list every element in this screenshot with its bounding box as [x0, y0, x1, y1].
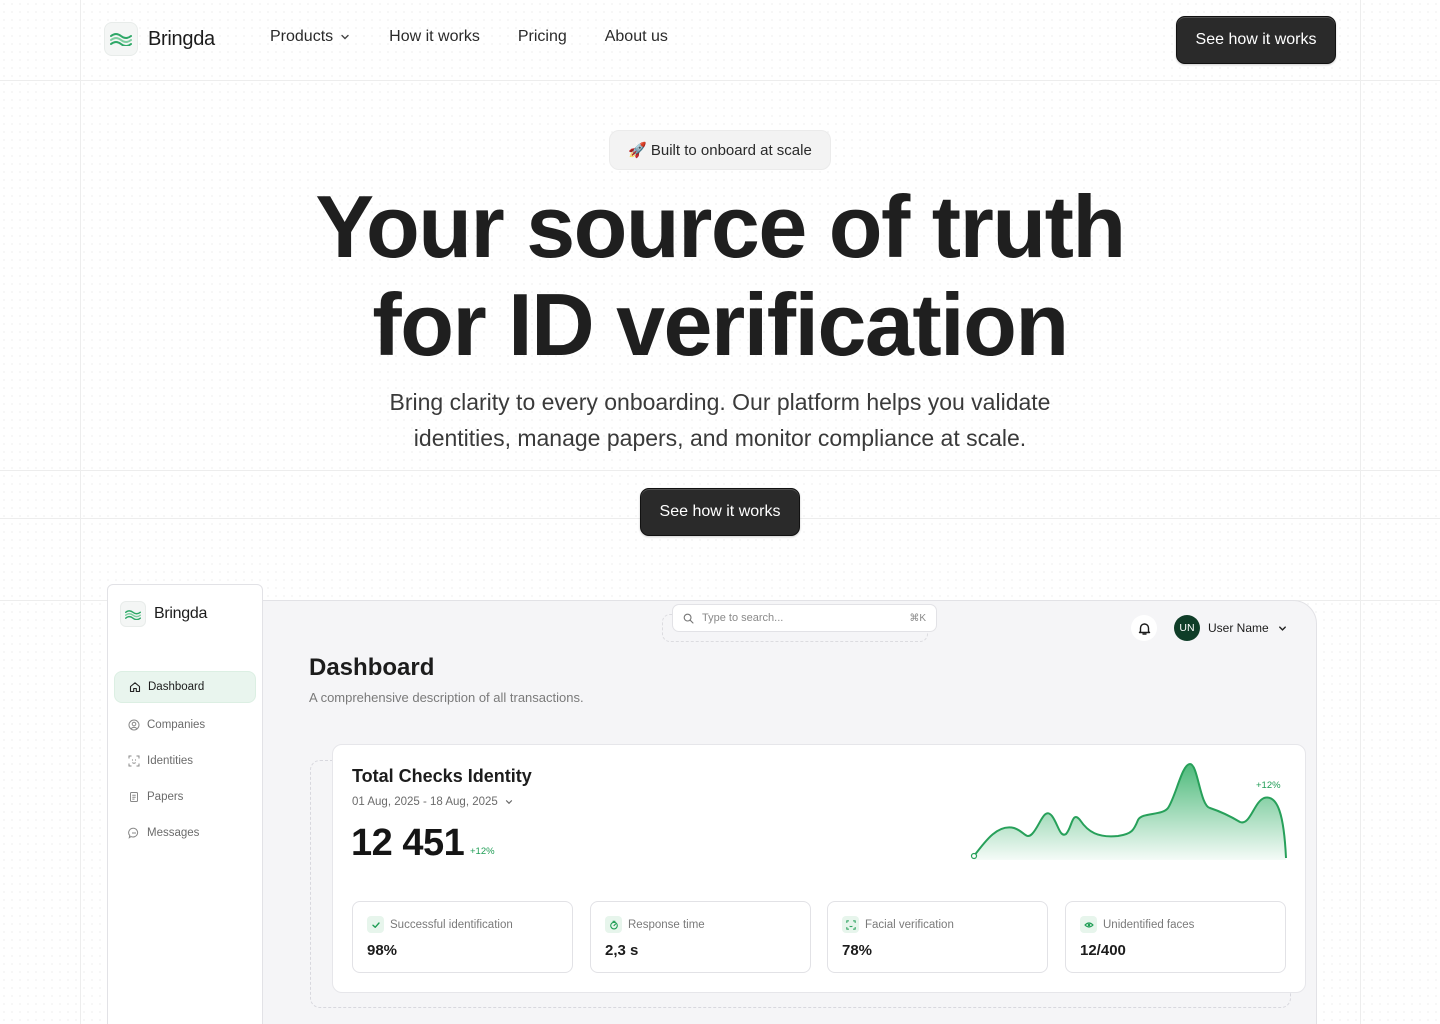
chevron-down-icon: [1278, 625, 1286, 631]
nav-link-pricing[interactable]: Pricing: [518, 28, 567, 46]
stat-label: Response time: [628, 918, 705, 931]
sidebar-item-label: Messages: [147, 827, 200, 839]
sidebar-item-papers[interactable]: Papers: [114, 781, 256, 813]
search-placeholder: Type to search...: [702, 612, 784, 624]
avatar: UN: [1174, 615, 1200, 641]
hero-subtitle: Bring clarity to every onboarding. Our p…: [320, 384, 1120, 456]
waves-icon: [104, 22, 138, 56]
grid-line: [0, 470, 1440, 471]
eye-icon: [1080, 916, 1097, 933]
nav-cta-button[interactable]: See how it works: [1176, 16, 1336, 64]
stat-label: Successful identification: [390, 918, 513, 931]
top-navigation: Bringda Products How it works Pricing Ab…: [0, 0, 1440, 80]
checks-trend-chart: [970, 762, 1287, 860]
stat-header: Successful identification: [367, 916, 513, 933]
chat-icon: [128, 827, 139, 839]
hero-badge: 🚀 Built to onboard at scale: [609, 130, 831, 170]
brand-logo[interactable]: Bringda: [104, 22, 215, 56]
nav-link-label: Products: [270, 28, 334, 45]
stat-value: 78%: [842, 942, 873, 959]
search-input[interactable]: Type to search... ⌘K: [672, 604, 937, 632]
stat-card-unidentified-faces: Unidentified faces 12/400: [1065, 901, 1286, 973]
grid-line: [0, 80, 1440, 81]
total-checks-change: +12%: [470, 846, 495, 857]
nav-link-products[interactable]: Products: [270, 28, 351, 46]
chevron-down-icon: [505, 800, 512, 805]
user-menu[interactable]: UN User Name: [1174, 615, 1288, 641]
page-description: A comprehensive description of all trans…: [309, 690, 584, 705]
search-shortcut: ⌘K: [909, 612, 926, 624]
sidebar-item-label: Papers: [147, 791, 184, 803]
hero-cta-button[interactable]: See how it works: [640, 488, 800, 536]
page-title: Dashboard: [309, 654, 435, 681]
stat-label: Unidentified faces: [1103, 918, 1195, 931]
hero-title: Your source of truth for ID verification: [0, 178, 1440, 374]
sidebar-item-label: Identities: [147, 755, 194, 767]
stat-card-response-time: Response time 2,3 s: [590, 901, 811, 973]
brand-name: Bringda: [148, 27, 215, 50]
sidebar-item-label: Dashboard: [148, 681, 205, 693]
chart-change: +12%: [1256, 780, 1281, 791]
sidebar-item-messages[interactable]: Messages: [114, 817, 256, 849]
nav-link-about-us[interactable]: About us: [605, 28, 668, 46]
bell-icon: [1138, 622, 1150, 635]
nav-links: Products How it works Pricing About us: [270, 28, 668, 46]
hero-subtitle-line: identities, manage papers, and monitor c…: [413, 425, 1027, 451]
stat-card-facial-verification: Facial verification 78%: [827, 901, 1048, 973]
sidebar-item-dashboard[interactable]: Dashboard: [114, 671, 256, 703]
document-icon: [130, 792, 138, 802]
grid-line: [1360, 0, 1361, 1024]
check-icon: [367, 916, 384, 933]
rocket-icon: 🚀: [628, 142, 647, 159]
stat-value: 98%: [367, 942, 398, 959]
face-scan-icon: [842, 916, 859, 933]
card-title: Total Checks Identity: [352, 766, 532, 786]
stat-value: 2,3 s: [605, 942, 639, 959]
nav-link-how-it-works[interactable]: How it works: [389, 28, 480, 46]
waves-icon: [120, 601, 146, 627]
user-name: User Name: [1208, 621, 1269, 635]
stat-header: Unidentified faces: [1080, 916, 1194, 933]
stat-label: Facial verification: [865, 918, 954, 931]
face-scan-icon: [128, 755, 140, 767]
notifications-button[interactable]: [1131, 615, 1157, 641]
app-sidebar: Bringda Dashboard Companies Identities P…: [107, 584, 263, 1024]
hero-subtitle-line: Bring clarity to every onboarding. Our p…: [389, 389, 1051, 415]
search-icon: [683, 613, 694, 624]
grid-line: [80, 0, 81, 1024]
total-checks-value: 12 451: [351, 822, 465, 864]
stat-header: Facial verification: [842, 916, 954, 933]
sidebar-item-label: Companies: [147, 719, 206, 731]
hero-title-line: for ID verification: [372, 275, 1069, 374]
app-brand-name: Bringda: [154, 605, 208, 622]
date-range-picker[interactable]: 01 Aug, 2025 - 18 Aug, 2025: [352, 796, 514, 808]
timer-icon: [605, 916, 622, 933]
sidebar-item-companies[interactable]: Companies: [114, 709, 256, 741]
chevron-down-icon: [341, 34, 349, 40]
home-icon: [129, 682, 141, 693]
stat-card-successful-identification: Successful identification 98%: [352, 901, 573, 973]
user-circle-icon: [128, 719, 140, 731]
hero-badge-text: Built to onboard at scale: [650, 141, 812, 159]
hero-title-line: Your source of truth: [315, 177, 1126, 276]
app-brand-logo[interactable]: Bringda: [120, 601, 207, 627]
date-range-text: 01 Aug, 2025 - 18 Aug, 2025: [352, 796, 498, 808]
stat-value: 12/400: [1080, 942, 1126, 959]
stat-header: Response time: [605, 916, 705, 933]
sidebar-item-identities[interactable]: Identities: [114, 745, 256, 777]
